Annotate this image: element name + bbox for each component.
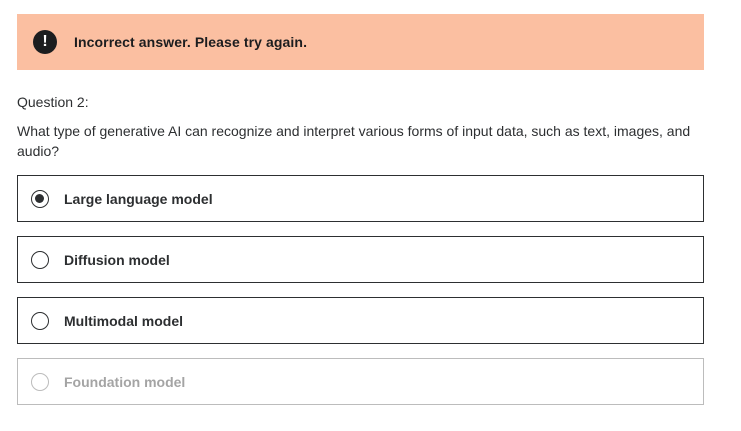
- answer-option-foundation-model: Foundation model: [17, 358, 704, 405]
- question-text: What type of generative AI can recognize…: [17, 123, 691, 159]
- incorrect-answer-alert: ! Incorrect answer. Please try again.: [17, 14, 704, 70]
- answer-option-diffusion-model[interactable]: Diffusion model: [17, 236, 704, 283]
- answer-option-label: Diffusion model: [64, 251, 170, 268]
- alert-message: Incorrect answer. Please try again.: [74, 34, 308, 50]
- radio-button-disabled: [31, 372, 49, 391]
- question-number: Question 2:: [17, 94, 89, 110]
- answer-option-multimodal-model[interactable]: Multimodal model: [17, 297, 704, 344]
- radio-button[interactable]: [31, 250, 49, 269]
- quiz-page: ! Incorrect answer. Please try again. Qu…: [0, 0, 741, 431]
- answer-option-large-language-model[interactable]: Large language model: [17, 175, 704, 222]
- exclamation-icon: !: [33, 30, 57, 54]
- answer-option-label: Foundation model: [64, 373, 186, 390]
- radio-button[interactable]: [31, 311, 49, 330]
- answer-option-label: Large language model: [64, 190, 213, 207]
- answer-option-label: Multimodal model: [64, 312, 183, 329]
- radio-button-selected[interactable]: [31, 189, 49, 208]
